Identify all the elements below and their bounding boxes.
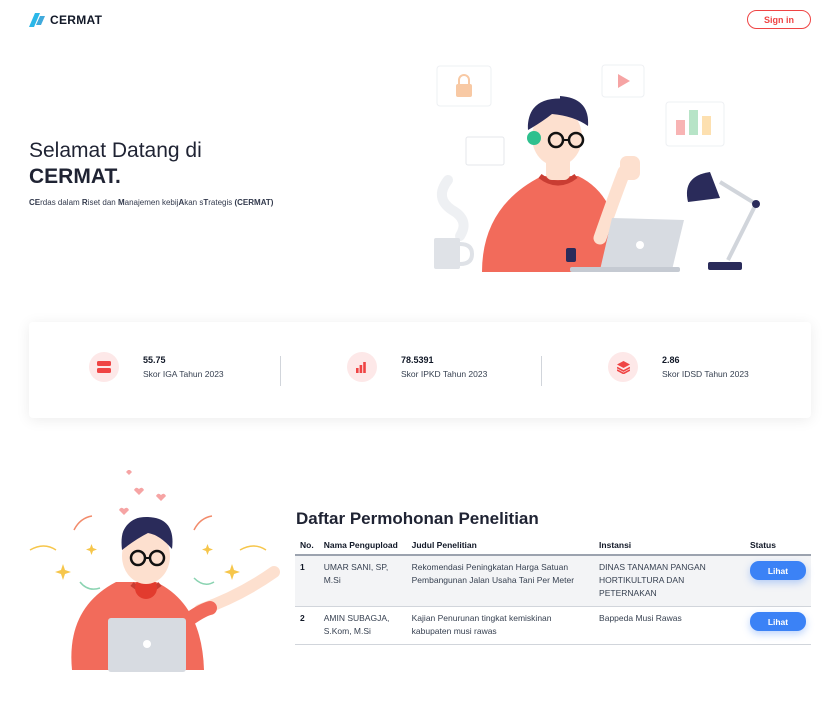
brand-logo[interactable]: CERMAT bbox=[29, 12, 102, 28]
researcher-illustration bbox=[29, 470, 280, 672]
blank-card bbox=[465, 136, 505, 166]
institution: Bappeda Musi Rawas bbox=[594, 606, 745, 645]
subtitle-part: anajemen kebij bbox=[124, 198, 179, 207]
research-title: Kajian Penurunan tingkat kemiskinan kabu… bbox=[406, 606, 595, 645]
play-card-icon bbox=[601, 64, 645, 98]
requests-table: No. Nama Pengupload Judul Penelitian Ins… bbox=[295, 536, 811, 645]
stat-divider bbox=[280, 356, 281, 386]
institution: DINAS TANAMAN PANGAN HORTIKULTURA DAN PE… bbox=[594, 555, 745, 607]
stat-divider bbox=[541, 356, 542, 386]
column-header: Instansi bbox=[594, 536, 745, 556]
column-header: No. bbox=[295, 536, 319, 556]
subtitle-part: M bbox=[117, 198, 125, 207]
view-button[interactable]: Lihat bbox=[749, 612, 806, 631]
column-header: Nama Pengupload bbox=[318, 536, 407, 556]
table-row: 1 UMAR SANI, SP, M.Si Rekomendasi Pening… bbox=[295, 555, 811, 607]
layers-icon bbox=[608, 352, 638, 382]
subtitle-part: kan s bbox=[184, 198, 204, 207]
column-header: Status bbox=[744, 536, 811, 556]
stat-iga: 55.75 Skor IGA Tahun 2023 bbox=[89, 352, 224, 382]
hero-title-line1: Selamat Datang di bbox=[29, 139, 202, 162]
hero-illustration bbox=[434, 64, 760, 272]
hero-title: Selamat Datang di CERMAT. bbox=[29, 138, 202, 190]
view-button[interactable]: Lihat bbox=[749, 561, 806, 580]
row-number: 2 bbox=[295, 606, 319, 645]
status-cell: Lihat bbox=[744, 606, 811, 645]
subtitle-part: rdas dalam bbox=[40, 198, 82, 207]
stat-label: Skor IDSD Tahun 2023 bbox=[662, 369, 749, 379]
subtitle-part: CE bbox=[29, 198, 41, 207]
stat-value: 2.86 bbox=[662, 355, 680, 365]
subtitle-part: iset dan bbox=[87, 198, 118, 207]
table-header-row: No. Nama Pengupload Judul Penelitian Ins… bbox=[295, 536, 811, 556]
stat-label: Skor IPKD Tahun 2023 bbox=[401, 369, 488, 379]
lock-card-icon bbox=[436, 65, 492, 107]
bar-chart-icon bbox=[347, 352, 377, 382]
desk-lamp-icon bbox=[686, 172, 760, 270]
subtitle-part: (CERMAT) bbox=[234, 198, 274, 207]
subtitle-part: rategis bbox=[208, 198, 235, 207]
stats-card: 55.75 Skor IGA Tahun 2023 78.5391 Skor I… bbox=[29, 322, 811, 418]
status-cell: Lihat bbox=[744, 555, 811, 607]
uploader-name: AMIN SUBAGJA, S.Kom, M.Si bbox=[318, 606, 407, 645]
bars-card-icon bbox=[665, 101, 725, 147]
uploader-name: UMAR SANI, SP, M.Si bbox=[318, 555, 407, 607]
stat-ipkd: 78.5391 Skor IPKD Tahun 2023 bbox=[347, 352, 487, 382]
brand-name: CERMAT bbox=[50, 13, 103, 27]
hero-subtitle: CErdas dalam Riset dan Manajemen kebijAk… bbox=[29, 198, 273, 207]
research-title: Rekomendasi Peningkatan Harga Satuan Pem… bbox=[406, 555, 595, 607]
column-header: Judul Penelitian bbox=[406, 536, 595, 556]
stat-idsd: 2.86 Skor IDSD Tahun 2023 bbox=[608, 352, 749, 382]
stat-label: Skor IGA Tahun 2023 bbox=[143, 369, 224, 379]
server-icon bbox=[89, 352, 119, 382]
table-row: 2 AMIN SUBAGJA, S.Kom, M.Si Kajian Penur… bbox=[295, 606, 811, 645]
stat-value: 55.75 bbox=[143, 355, 166, 365]
signin-button[interactable]: Sign in bbox=[747, 10, 811, 29]
hero-title-line2: CERMAT. bbox=[29, 165, 121, 188]
mug-icon bbox=[434, 238, 460, 269]
cermat-logo-icon bbox=[29, 13, 45, 27]
row-number: 1 bbox=[295, 555, 319, 607]
stat-value: 78.5391 bbox=[401, 355, 434, 365]
table-title: Daftar Permohonan Penelitian bbox=[296, 509, 539, 528]
